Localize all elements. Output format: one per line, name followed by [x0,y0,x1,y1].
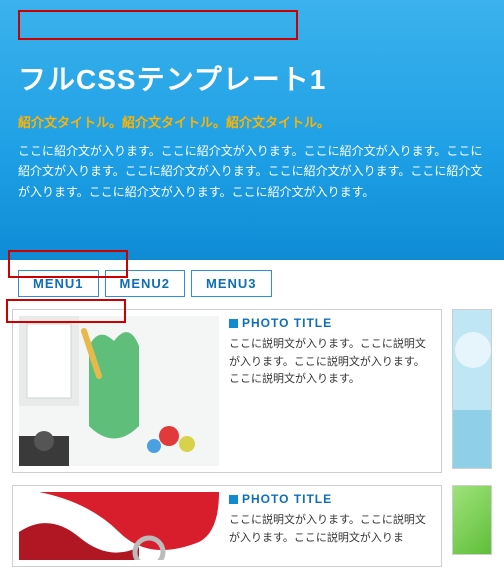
card-title: PHOTO TITLE [229,492,435,506]
site-title: フルCSSテンプレート1 [18,58,486,98]
highlight-box-1 [18,10,298,40]
photo-thumb [19,492,219,560]
intro-title: 紹介文タイトル。紹介文タイトル。紹介文タイトル。 [18,112,486,131]
card-desc: ここに説明文が入ります。ここに説明文が入ります。ここに説明文が入りま [229,512,435,547]
card-row-2: PHOTO TITLE ここに説明文が入ります。ここに説明文が入ります。ここに説… [12,485,492,567]
photo-thumb [19,316,219,466]
nav-item-menu3[interactable]: MENU3 [191,270,272,297]
card-desc: ここに説明文が入ります。ここに説明文が入ります。ここに説明文が入ります。ここに説… [229,336,435,389]
side-thumb[interactable] [452,485,492,555]
card-title-text: PHOTO TITLE [242,492,332,506]
highlight-box-3 [6,299,126,323]
side-thumb[interactable] [452,309,492,469]
photo-card[interactable]: PHOTO TITLE ここに説明文が入ります。ここに説明文が入ります。ここに説… [12,485,442,567]
highlight-box-2 [8,250,128,278]
intro-text: ここに紹介文が入ります。ここに紹介文が入ります。ここに紹介文が入ります。ここに紹… [18,141,486,202]
hero: フルCSSテンプレート1 紹介文タイトル。紹介文タイトル。紹介文タイトル。 ここ… [0,0,504,260]
card-title: PHOTO TITLE [229,316,435,330]
card-body: PHOTO TITLE ここに説明文が入ります。ここに説明文が入ります。ここに説… [229,316,435,466]
photo-card[interactable]: PHOTO TITLE ここに説明文が入ります。ここに説明文が入ります。ここに説… [12,309,442,473]
square-bullet-icon [229,319,238,328]
card-row-1: PHOTO TITLE ここに説明文が入ります。ここに説明文が入ります。ここに説… [12,309,492,473]
card-body: PHOTO TITLE ここに説明文が入ります。ここに説明文が入ります。ここに説… [229,492,435,547]
content: PHOTO TITLE ここに説明文が入ります。ここに説明文が入ります。ここに説… [0,305,504,567]
square-bullet-icon [229,495,238,504]
card-title-text: PHOTO TITLE [242,316,332,330]
